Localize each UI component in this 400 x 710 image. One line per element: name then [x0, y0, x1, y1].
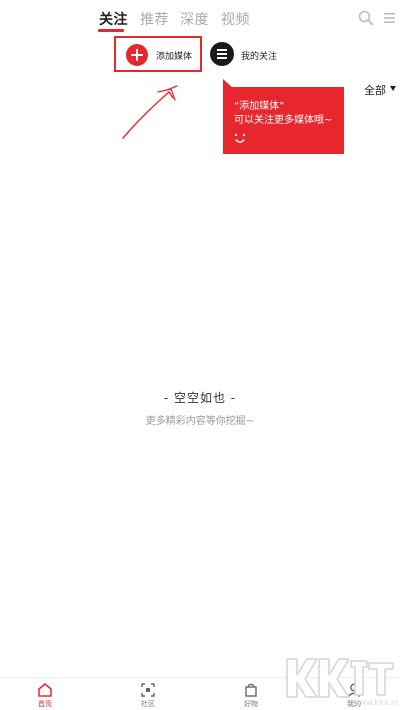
active-tab-indicator	[98, 29, 124, 32]
watermark-domain: www.kkx.net	[353, 698, 398, 707]
nav-label-goods: 好物	[244, 700, 258, 708]
search-icon[interactable]	[358, 10, 374, 26]
list-icon	[210, 42, 234, 66]
add-media-tooltip: “添加媒体” 可以关注更多媒体哦~	[223, 87, 344, 154]
tab-video[interactable]: 视频	[221, 9, 250, 29]
nav-label-home: 首页	[38, 700, 52, 708]
smile-icon	[234, 133, 246, 143]
tooltip-title: “添加媒体”	[234, 101, 285, 112]
top-tab-bar: 关注 推荐 深度 视频	[0, 0, 400, 36]
caret-down-icon[interactable]	[390, 86, 396, 91]
my-follow-label: 我的关注	[241, 52, 278, 62]
tab-recommend[interactable]: 推荐	[140, 9, 169, 29]
home-icon	[38, 683, 52, 697]
nav-item-home[interactable]: 首页	[20, 678, 70, 710]
add-media-label: 添加媒体	[156, 52, 193, 62]
nav-item-community[interactable]: 社区	[123, 678, 173, 710]
plus-icon	[126, 44, 148, 66]
nav-label-community: 社区	[141, 700, 155, 708]
tab-follow[interactable]: 关注	[99, 9, 128, 29]
menu-icon[interactable]	[382, 10, 398, 26]
empty-state-title: - 空空如也 -	[163, 391, 237, 405]
arrow-annotation-icon	[122, 85, 178, 139]
filter-dropdown[interactable]: 全部	[364, 82, 386, 98]
bag-icon	[245, 683, 257, 697]
media-action-row: 添加媒体 我的关注	[0, 34, 400, 74]
nav-item-goods[interactable]: 好物	[226, 678, 276, 710]
add-media-button[interactable]: 添加媒体	[114, 36, 202, 72]
tooltip-text: 可以关注更多媒体哦~	[234, 115, 333, 126]
tab-depth[interactable]: 深度	[180, 9, 209, 29]
empty-state-subtitle: 更多精彩内容等你挖掘~	[145, 416, 255, 427]
community-icon	[141, 683, 155, 697]
watermark-logo: www.kkx.net	[286, 658, 398, 707]
